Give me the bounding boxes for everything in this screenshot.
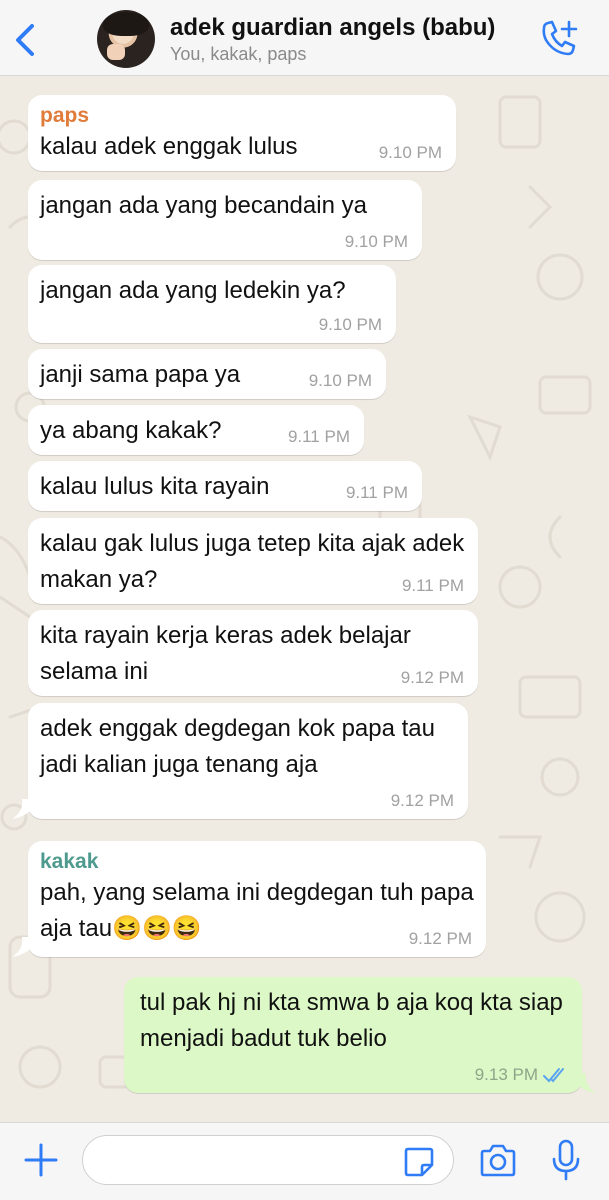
message-bubble[interactable]: adek enggak degdegan kok papa tau jadi k… xyxy=(28,703,468,819)
message-time: 9.12 PM xyxy=(408,929,472,948)
message-bubble-outgoing[interactable]: tul pak hj ni kta smwa b aja koq kta sia… xyxy=(124,977,582,1093)
message-time: 9.13 PM xyxy=(474,1065,538,1084)
message-bubble[interactable]: paps kalau adek enggak lulus 9.10 PM xyxy=(28,95,456,171)
message-text: jangan ada yang becandain ya xyxy=(40,192,367,219)
message-time: 9.10 PM xyxy=(378,143,442,162)
message-bubble[interactable]: jangan ada yang ledekin ya? 9.10 PM xyxy=(28,265,396,343)
chat-participants[interactable]: You, kakak, paps xyxy=(170,44,306,65)
microphone-icon[interactable] xyxy=(550,1139,582,1183)
message-list[interactable]: paps kalau adek enggak lulus 9.10 PM jan… xyxy=(0,77,609,1122)
chat-title[interactable]: adek guardian angels (babu) xyxy=(170,14,495,42)
bubble-tail xyxy=(572,1073,596,1093)
sender-name: kakak xyxy=(40,850,99,873)
sticker-icon[interactable] xyxy=(402,1145,436,1179)
bubble-tail xyxy=(12,937,36,957)
message-time: 9.11 PM xyxy=(287,427,350,446)
bubble-tail xyxy=(12,799,36,819)
group-avatar[interactable] xyxy=(97,10,155,68)
message-bubble[interactable]: jangan ada yang becandain ya 9.10 PM xyxy=(28,180,422,260)
message-text: tul pak hj ni kta smwa b aja koq kta sia… xyxy=(140,989,563,1052)
message-time: 9.12 PM xyxy=(400,668,464,687)
message-time: 9.11 PM xyxy=(345,483,408,502)
message-bubble[interactable]: kalau gak lulus juga tetep kita ajak ade… xyxy=(28,518,478,604)
message-time: 9.10 PM xyxy=(318,315,382,334)
message-time: 9.10 PM xyxy=(308,371,372,390)
message-bubble[interactable]: janji sama papa ya 9.10 PM xyxy=(28,349,386,399)
message-bubble[interactable]: kakak pah, yang selama ini degdegan tuh … xyxy=(28,841,486,957)
message-bubble[interactable]: ya abang kakak? 9.11 PM xyxy=(28,405,364,455)
message-time: 9.12 PM xyxy=(390,791,454,810)
message-time: 9.10 PM xyxy=(344,232,408,251)
message-text: jangan ada yang ledekin ya? xyxy=(40,277,346,304)
plus-icon[interactable] xyxy=(22,1141,60,1179)
chevron-left-icon[interactable] xyxy=(10,20,40,60)
message-bubble[interactable]: kalau lulus kita rayain 9.11 PM xyxy=(28,461,422,511)
message-text: adek enggak degdegan kok papa tau jadi k… xyxy=(40,715,436,778)
read-receipt-icon xyxy=(543,1068,564,1083)
chat-header: adek guardian angels (babu) You, kakak, … xyxy=(0,0,609,76)
message-input[interactable] xyxy=(82,1135,454,1185)
sender-name: paps xyxy=(40,104,90,127)
message-time: 9.11 PM xyxy=(401,576,464,595)
message-bubble[interactable]: kita rayain kerja keras adek belajar sel… xyxy=(28,610,478,696)
camera-icon[interactable] xyxy=(478,1143,518,1179)
composer-bar xyxy=(0,1122,609,1200)
phone-add-icon[interactable] xyxy=(538,18,582,58)
